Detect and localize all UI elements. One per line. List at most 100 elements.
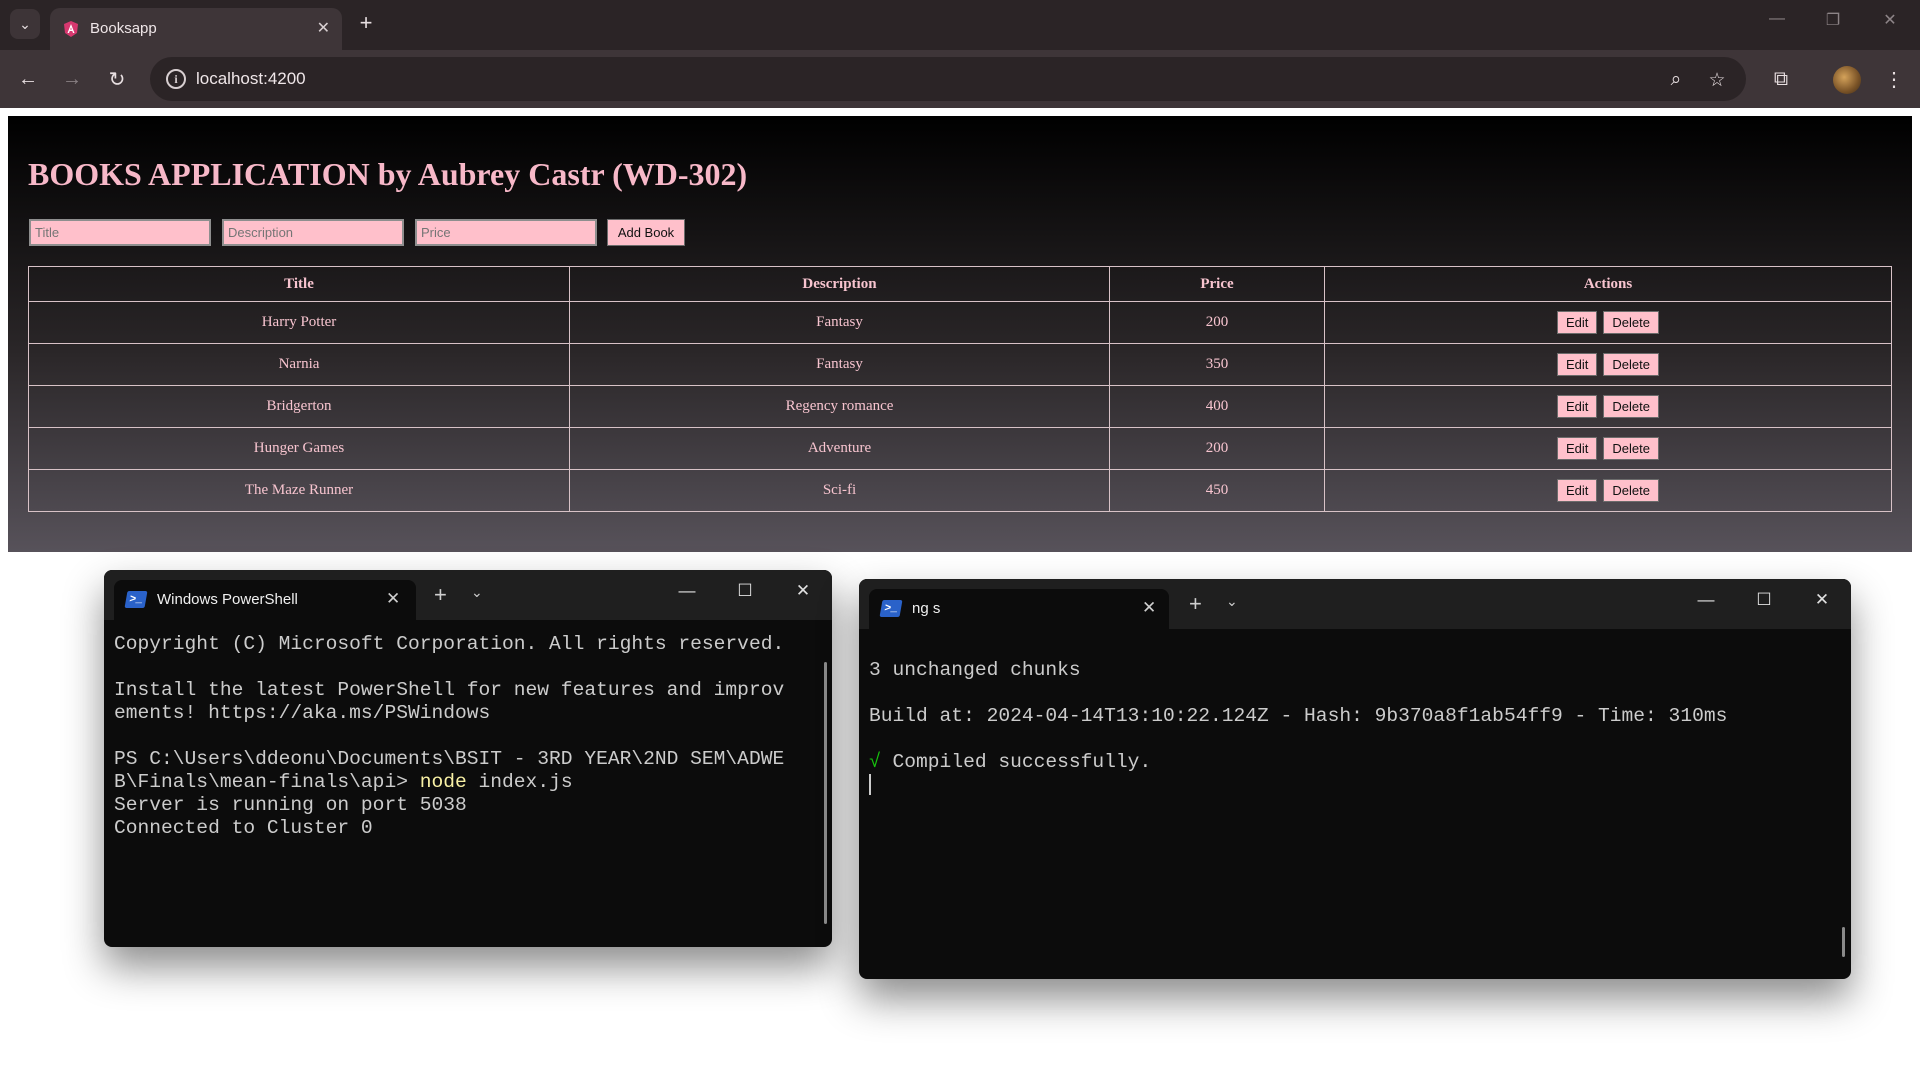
back-arrow-icon[interactable]: ← <box>13 64 43 94</box>
terminal-titlebar[interactable]: >_ Windows PowerShell ✕ + ⌄ — ☐ ✕ <box>104 570 832 620</box>
book-title-cell: Hunger Games <box>28 427 570 470</box>
address-url[interactable]: localhost:4200 <box>196 69 306 89</box>
terminal-titlebar[interactable]: >_ ng s ✕ + ⌄ — ☐ ✕ <box>859 579 1851 629</box>
delete-button[interactable]: Delete <box>1603 395 1659 418</box>
edit-button[interactable]: Edit <box>1557 437 1598 460</box>
powershell-icon: >_ <box>124 591 148 608</box>
terminal-output[interactable]: 3 unchanged chunks Build at: 2024-04-14T… <box>869 659 1727 797</box>
delete-button[interactable]: Delete <box>1603 353 1659 376</box>
success-check-icon: √ <box>869 751 881 773</box>
new-terminal-tab-icon[interactable]: + <box>1189 591 1202 617</box>
price-input[interactable] <box>415 219 597 246</box>
reload-icon[interactable]: ↻ <box>102 64 132 94</box>
terminal-cursor <box>869 774 871 796</box>
site-info-icon[interactable]: i <box>166 69 186 89</box>
book-description-cell: Fantasy <box>569 343 1110 386</box>
actions-cell: Edit Delete <box>1324 469 1892 512</box>
description-input[interactable] <box>222 219 404 246</box>
tab-close-icon[interactable]: ✕ <box>317 18 330 38</box>
tab-search-chevron-icon[interactable]: ⌄ <box>10 9 40 39</box>
close-window-icon[interactable]: ✕ <box>1870 10 1910 30</box>
edit-button[interactable]: Edit <box>1557 479 1598 502</box>
angular-favicon-icon <box>64 21 78 37</box>
terminal-line: Server is running on port 5038 <box>114 794 467 816</box>
terminal-line: Compiled successfully. <box>880 751 1152 773</box>
delete-button[interactable]: Delete <box>1603 311 1659 334</box>
terminal-tab-ng-s[interactable]: >_ ng s ✕ <box>869 589 1169 629</box>
book-title-cell: Narnia <box>28 343 570 386</box>
zoom-magnifier-icon[interactable]: ⌕ <box>1663 67 1689 93</box>
table-row: Hunger Games Adventure 200 Edit Delete <box>28 427 1892 470</box>
new-terminal-tab-icon[interactable]: + <box>434 582 447 608</box>
terminal-tab-title: Windows PowerShell <box>157 591 298 608</box>
close-window-icon[interactable]: ✕ <box>1807 590 1837 610</box>
browser-tab-title: Booksapp <box>90 20 157 37</box>
page-title: BOOKS APPLICATION by Aubrey Castr (WD-30… <box>28 156 748 192</box>
book-price-cell: 350 <box>1109 343 1325 386</box>
delete-button[interactable]: Delete <box>1603 437 1659 460</box>
address-bar[interactable]: i localhost:4200 ⌕ ☆ <box>150 57 1746 101</box>
terminal-dropdown-icon[interactable]: ⌄ <box>1226 593 1238 610</box>
actions-cell: Edit Delete <box>1324 301 1892 344</box>
book-price-cell: 200 <box>1109 427 1325 470</box>
actions-cell: Edit Delete <box>1324 385 1892 428</box>
bookmark-star-icon[interactable]: ☆ <box>1704 67 1730 93</box>
terminal-command-arg: index.js <box>466 771 573 793</box>
close-tab-icon[interactable]: ✕ <box>386 589 400 609</box>
restore-window-icon[interactable]: ❐ <box>1813 10 1853 30</box>
maximize-window-icon[interactable]: ☐ <box>730 581 760 601</box>
table-row: Narnia Fantasy 350 Edit Delete <box>28 343 1892 386</box>
terminal-tab-title: ng s <box>912 600 941 617</box>
profile-avatar[interactable] <box>1833 66 1861 94</box>
delete-button[interactable]: Delete <box>1603 479 1659 502</box>
actions-cell: Edit Delete <box>1324 343 1892 386</box>
terminal-line: Connected to Cluster 0 <box>114 817 373 839</box>
terminal-tab-powershell[interactable]: >_ Windows PowerShell ✕ <box>114 580 416 620</box>
book-title-cell: Harry Potter <box>28 301 570 344</box>
title-input[interactable] <box>29 219 211 246</box>
edit-button[interactable]: Edit <box>1557 311 1598 334</box>
column-header-price: Price <box>1109 266 1325 302</box>
maximize-window-icon[interactable]: ☐ <box>1749 590 1779 610</box>
powershell-window[interactable]: >_ Windows PowerShell ✕ + ⌄ — ☐ ✕ Copyri… <box>104 570 832 947</box>
browser-toolbar: ← → ↻ i localhost:4200 ⌕ ☆ ⧉ ⋮ <box>0 50 1920 108</box>
forward-arrow-icon[interactable]: → <box>57 64 87 94</box>
minimize-window-icon[interactable]: — <box>672 581 702 601</box>
terminal-scrollbar[interactable] <box>824 662 827 924</box>
terminal-prompt: B\Finals\mean-finals\api> <box>114 771 420 793</box>
column-header-description: Description <box>569 266 1110 302</box>
close-tab-icon[interactable]: ✕ <box>1142 598 1156 618</box>
book-description-cell: Fantasy <box>569 301 1110 344</box>
browser-menu-icon[interactable]: ⋮ <box>1879 64 1909 94</box>
edit-button[interactable]: Edit <box>1557 353 1598 376</box>
browser-tab-booksapp[interactable]: Booksapp ✕ <box>50 8 342 50</box>
column-header-actions: Actions <box>1324 266 1892 302</box>
edit-button[interactable]: Edit <box>1557 395 1598 418</box>
book-price-cell: 450 <box>1109 469 1325 512</box>
extensions-puzzle-icon[interactable]: ⧉ <box>1766 64 1796 94</box>
terminal-dropdown-icon[interactable]: ⌄ <box>471 584 483 601</box>
terminal-output[interactable]: Copyright (C) Microsoft Corporation. All… <box>114 633 784 840</box>
books-table: Title Description Price Actions Harry Po… <box>28 266 1892 512</box>
terminal-line: ements! https://aka.ms/PSWindows <box>114 702 491 724</box>
terminal-line: Copyright (C) Microsoft Corporation. All… <box>114 633 785 655</box>
table-header-row: Title Description Price Actions <box>28 266 1892 302</box>
minimize-window-icon[interactable]: — <box>1691 590 1721 610</box>
minimize-window-icon[interactable]: — <box>1757 10 1797 28</box>
table-row: The Maze Runner Sci-fi 450 Edit Delete <box>28 469 1892 512</box>
book-title-cell: Bridgerton <box>28 385 570 428</box>
terminal-command: node <box>419 771 467 793</box>
add-book-button[interactable]: Add Book <box>607 219 685 246</box>
book-price-cell: 200 <box>1109 301 1325 344</box>
table-row: Harry Potter Fantasy 200 Edit Delete <box>28 301 1892 344</box>
ng-serve-window[interactable]: >_ ng s ✕ + ⌄ — ☐ ✕ 3 unchanged chunks B… <box>859 579 1851 979</box>
actions-cell: Edit Delete <box>1324 427 1892 470</box>
close-window-icon[interactable]: ✕ <box>788 581 818 601</box>
powershell-icon: >_ <box>879 600 903 617</box>
terminal-scrollbar[interactable] <box>1842 927 1845 957</box>
book-description-cell: Adventure <box>569 427 1110 470</box>
new-tab-button[interactable]: + <box>352 9 380 37</box>
terminal-line: Build at: 2024-04-14T13:10:22.124Z - Has… <box>869 705 1728 727</box>
app-page: BOOKS APPLICATION by Aubrey Castr (WD-30… <box>8 116 1912 552</box>
book-description-cell: Regency romance <box>569 385 1110 428</box>
